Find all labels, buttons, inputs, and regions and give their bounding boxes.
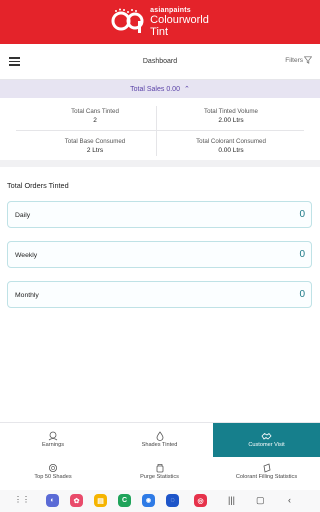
filters-button[interactable]: Filters [285,56,312,64]
home-button-icon[interactable]: ▢ [256,495,265,506]
orders-monthly-card[interactable]: Monthly 0 [7,281,312,308]
asianpaints-logo-icon [111,7,145,37]
tab-label: Customer Visit [248,442,285,448]
back-button-icon[interactable]: ‹ [288,495,291,505]
order-count: 0 [299,209,305,220]
chat-app-icon[interactable]: ◉ [142,494,155,507]
stat-tinted-volume: Total Tinted Volume 2.00 Ltrs [162,108,300,124]
orders-panel: Total Orders Tinted Daily 0 Weekly 0 Mon… [0,167,320,422]
camera-app-icon[interactable]: ◎ [194,494,207,507]
earnings-icon [48,431,58,441]
stat-cans-tinted: Total Cans Tinted 2 [26,108,164,124]
tab-top-50-shades[interactable]: Top 50 Shades [0,461,106,491]
orders-title: Total Orders Tinted [7,181,69,190]
tab-label: Colorant Filling Statistics [235,474,298,480]
drop-icon [156,431,163,441]
stat-label: Total Colorant Consumed [196,138,266,145]
chevron-up-icon: ⌃ [183,86,190,93]
order-period-label: Daily [15,212,31,219]
stat-value: 2.00 Ltrs [218,117,244,124]
app-header: Dashboard Filters [0,44,320,80]
tab-earnings[interactable]: Earnings [0,427,106,457]
brand-line1: asianpaints [150,6,191,14]
filters-label: Filters [285,56,303,64]
orders-daily-card[interactable]: Daily 0 [7,201,312,228]
tab-purge-statistics[interactable]: Purge Statistics [106,461,213,491]
tab-label: Purge Statistics [140,474,179,480]
stat-colorant-consumed: Total Colorant Consumed 0.00 Ltrs [162,138,300,154]
tab-label: Top 50 Shades [34,474,72,480]
brand-line2: Colourworld [150,13,209,26]
stat-label: Total Tinted Volume [204,108,258,115]
recent-apps-icon[interactable]: ||| [228,495,235,505]
filter-funnel-icon [304,56,312,64]
order-count: 0 [299,249,305,260]
total-sales-label: Total Sales [130,85,165,93]
bottom-tab-bar: Earnings Shades Tinted Customer Visit To… [0,422,320,490]
brand-wordmark: asianpaints Colourworld Tint [150,7,209,38]
badge-icon [49,464,57,472]
messages-app-icon[interactable]: ◐ [46,494,59,507]
galaxy-store-icon[interactable]: ✿ [70,494,83,507]
stats-divider [16,130,304,131]
tab-shades-tinted[interactable]: Shades Tinted [106,427,213,457]
tab-customer-visit[interactable]: Customer Visit [213,423,320,457]
my-files-icon[interactable]: ▤ [94,494,107,507]
stats-divider [156,106,157,156]
orders-weekly-card[interactable]: Weekly 0 [7,241,312,268]
system-navigation-bar: ⋮⋮ ◐ ✿ ▤ C ◉ ◌ ◎ ||| ▢ ‹ [0,490,320,512]
handshake-icon [261,432,272,440]
stat-value: 2 Ltrs [86,147,104,154]
stat-value: 2 [93,117,97,124]
stat-base-consumed: Total Base Consumed 2 Ltrs [26,138,164,154]
order-period-label: Weekly [15,252,38,259]
order-period-label: Monthly [15,292,39,299]
tab-label: Earnings [41,442,65,448]
tab-colorant-filling-statistics[interactable]: Colorant Filling Statistics [213,461,320,491]
stat-label: Total Base Consumed [64,138,126,145]
phone-app-icon[interactable]: C [118,494,131,507]
can-icon [263,463,270,473]
purge-icon [156,464,163,473]
page-title: Dashboard [142,58,178,65]
samsung-internet-icon[interactable]: ◌ [166,494,179,507]
order-count: 0 [299,289,305,300]
apps-grid-icon[interactable]: ⋮⋮ [14,495,30,504]
brand-bar: asianpaints Colourworld Tint [0,0,320,44]
stats-card: Total Cans Tinted 2 Total Tinted Volume … [0,98,320,160]
brand-line3: Tint [150,25,169,38]
total-sales-value: 0.00 [166,85,180,93]
tab-label: Shades Tinted [141,442,178,448]
stat-label: Total Cans Tinted [71,108,119,115]
total-sales-toggle[interactable]: Total Sales 0.00 ⌃ [0,80,320,98]
stat-value: 0.00 Ltrs [218,147,244,154]
